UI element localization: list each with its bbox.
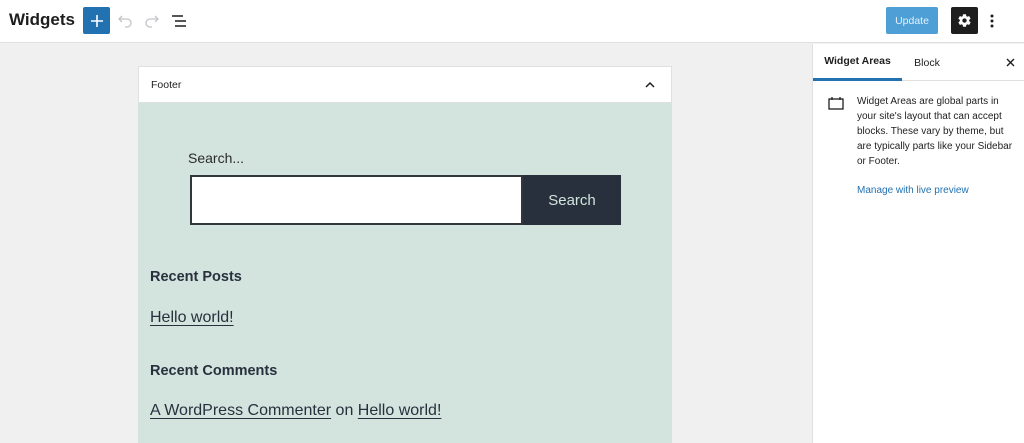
editor-canvas: Footer Search... Search Recent Posts Hel… (0, 44, 812, 443)
undo-icon (118, 15, 132, 28)
tab-block[interactable]: Block (902, 44, 952, 81)
close-icon (1006, 58, 1014, 66)
list-view-button[interactable] (169, 11, 189, 31)
recent-post-link[interactable]: Hello world! (150, 309, 234, 327)
comment-author-link[interactable]: A WordPress Commenter (150, 402, 331, 419)
recent-comments-heading: Recent Comments (150, 363, 278, 379)
comment-post-link[interactable]: Hello world! (358, 402, 442, 419)
redo-button[interactable] (142, 11, 162, 31)
comment-connector: on (335, 402, 354, 419)
redo-icon (145, 15, 159, 28)
close-sidebar-button[interactable] (1003, 55, 1017, 69)
collapse-toggle[interactable] (643, 77, 657, 91)
widget-areas-description: Widget Areas are global parts in your si… (857, 96, 1013, 167)
manage-live-preview-link[interactable]: Manage with live preview (857, 185, 969, 196)
widget-area-title: Footer (151, 79, 182, 91)
settings-button[interactable] (951, 7, 978, 34)
tab-widget-areas[interactable]: Widget Areas (813, 44, 902, 81)
list-view-icon (172, 15, 186, 27)
settings-sidebar: Widget Areas Block Widget Areas are glob… (812, 44, 1024, 443)
more-options-button[interactable] (984, 11, 1000, 31)
recent-comment-item: A WordPress Commenter on Hello world! (150, 402, 441, 420)
recent-posts-heading: Recent Posts (150, 269, 242, 285)
search-button[interactable]: Search (523, 175, 621, 225)
undo-button[interactable] (115, 11, 135, 31)
add-block-button[interactable] (83, 7, 110, 34)
page-title: Widgets (9, 10, 75, 29)
plus-icon (90, 14, 103, 27)
gear-icon (958, 14, 971, 27)
editor-header: Widgets Update (0, 0, 1024, 43)
sidebar-tabs: Widget Areas Block (813, 44, 1024, 81)
search-input[interactable] (190, 175, 523, 225)
widget-area-header[interactable]: Footer (138, 66, 672, 103)
footer-widget-area[interactable]: Footer Search... Search Recent Posts Hel… (138, 66, 672, 443)
more-vertical-icon (990, 14, 994, 28)
update-button[interactable]: Update (886, 7, 938, 34)
chevron-up-icon (645, 81, 655, 88)
block-default-icon (828, 97, 844, 110)
search-block-label: Search... (188, 150, 245, 166)
